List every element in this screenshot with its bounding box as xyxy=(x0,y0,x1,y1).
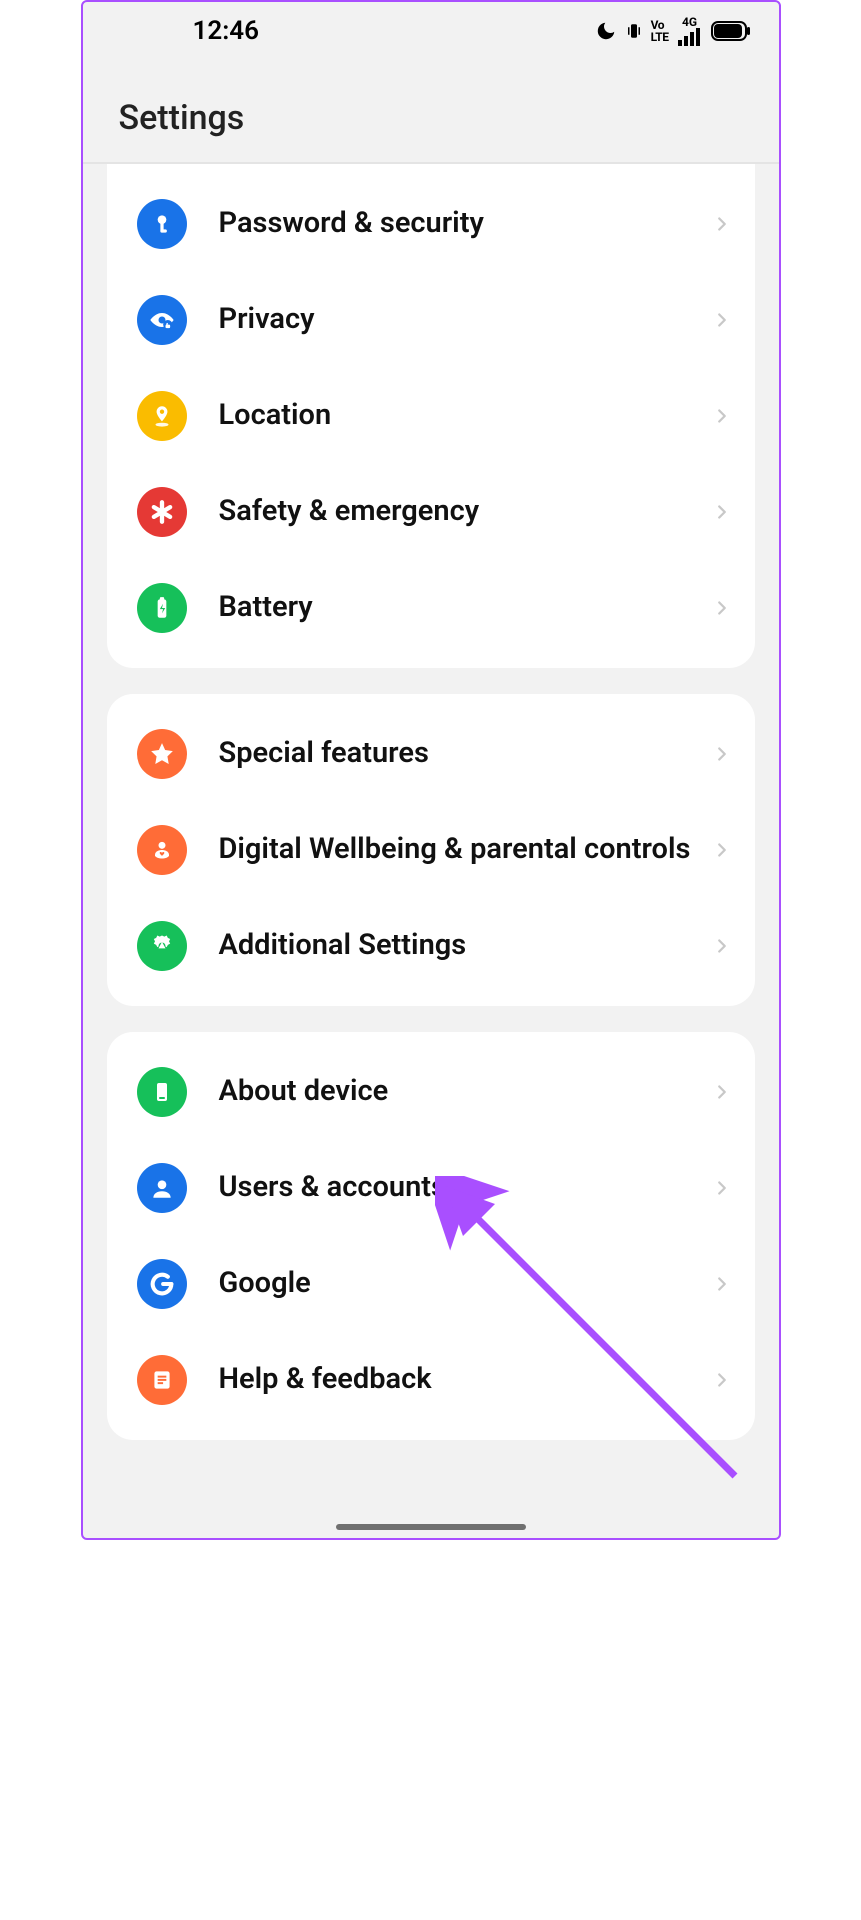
chevron-right-icon xyxy=(711,1081,733,1103)
book-icon xyxy=(137,1355,187,1405)
settings-item-password[interactable]: Password & security xyxy=(107,176,755,272)
star-icon xyxy=(137,729,187,779)
settings-item-privacy[interactable]: Privacy xyxy=(107,272,755,368)
chevron-right-icon xyxy=(711,405,733,427)
battery-icon xyxy=(711,20,751,42)
settings-item-about[interactable]: About device xyxy=(107,1044,755,1140)
user-icon xyxy=(137,1163,187,1213)
page-header: Settings xyxy=(83,60,779,162)
settings-item-users[interactable]: Users & accounts xyxy=(107,1140,755,1236)
battery-icon xyxy=(137,583,187,633)
settings-item-special[interactable]: Special features xyxy=(107,706,755,802)
google-icon xyxy=(137,1259,187,1309)
key-icon xyxy=(137,199,187,249)
settings-item-label: Special features xyxy=(219,734,711,773)
settings-group-2: Special features Digital Wellbeing & par… xyxy=(107,694,755,1006)
dnd-moon-icon xyxy=(595,20,617,42)
asterisk-icon xyxy=(137,487,187,537)
network-indicator: 4G xyxy=(677,16,703,46)
settings-item-label: Battery xyxy=(219,588,711,627)
settings-item-label: Google xyxy=(219,1264,711,1303)
device-icon xyxy=(137,1067,187,1117)
chevron-right-icon xyxy=(711,743,733,765)
signal-bars-icon xyxy=(677,26,703,46)
chevron-right-icon xyxy=(711,309,733,331)
chevron-right-icon xyxy=(711,1369,733,1391)
settings-item-label: Password & security xyxy=(219,204,711,243)
volte-icon: Vo LTE xyxy=(651,19,669,43)
settings-item-label: Help & feedback xyxy=(219,1360,711,1399)
settings-item-location[interactable]: Location xyxy=(107,368,755,464)
settings-item-safety[interactable]: Safety & emergency xyxy=(107,464,755,560)
pin-icon xyxy=(137,391,187,441)
settings-item-battery[interactable]: Battery xyxy=(107,560,755,656)
chevron-right-icon xyxy=(711,213,733,235)
gear-icon xyxy=(137,921,187,971)
chevron-right-icon xyxy=(711,597,733,619)
home-indicator[interactable] xyxy=(336,1524,526,1530)
settings-item-label: Users & accounts xyxy=(219,1168,711,1207)
chevron-right-icon xyxy=(711,501,733,523)
settings-item-wellbeing[interactable]: Digital Wellbeing & parental controls xyxy=(107,802,755,898)
settings-item-label: Privacy xyxy=(219,300,711,339)
settings-item-help[interactable]: Help & feedback xyxy=(107,1332,755,1428)
settings-item-label: Location xyxy=(219,396,711,435)
settings-item-label: Additional Settings xyxy=(219,926,711,965)
status-time: 12:46 xyxy=(193,16,260,46)
chevron-right-icon xyxy=(711,1177,733,1199)
settings-item-google[interactable]: Google xyxy=(107,1236,755,1332)
chevron-right-icon xyxy=(711,1273,733,1295)
settings-item-label: Safety & emergency xyxy=(219,492,711,531)
chevron-right-icon xyxy=(711,839,733,861)
vibrate-icon xyxy=(625,20,643,42)
eye-icon xyxy=(137,295,187,345)
page-title: Settings xyxy=(119,98,743,138)
settings-item-label: Digital Wellbeing & parental controls xyxy=(219,830,711,869)
settings-scroll[interactable]: Apps Password & security Privacy xyxy=(83,164,779,1538)
settings-item-additional[interactable]: Additional Settings xyxy=(107,898,755,994)
settings-item-apps[interactable]: Apps xyxy=(107,164,755,176)
chevron-right-icon xyxy=(711,935,733,957)
heart-icon xyxy=(137,825,187,875)
status-icons: Vo LTE 4G xyxy=(595,16,751,46)
settings-item-label: About device xyxy=(219,1072,711,1111)
phone-frame: 12:46 Vo LTE 4G xyxy=(81,0,781,1540)
status-bar: 12:46 Vo LTE 4G xyxy=(83,2,779,60)
settings-group-1: Apps Password & security Privacy xyxy=(107,164,755,668)
settings-group-3: About device Users & accounts Google xyxy=(107,1032,755,1440)
